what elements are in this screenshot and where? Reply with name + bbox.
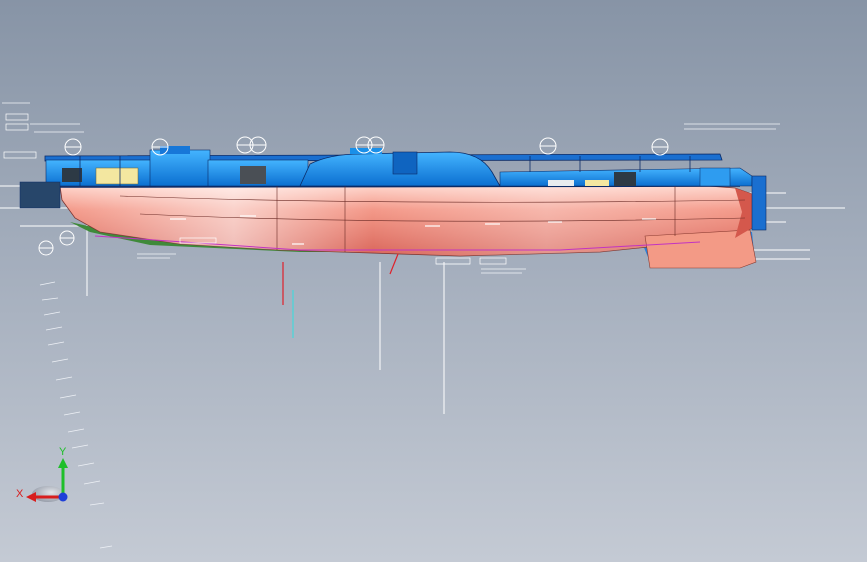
section-marker-8[interactable]	[59, 230, 75, 246]
bridge-window-block	[392, 151, 418, 175]
white-panel-aft	[548, 180, 574, 186]
triad-x-arrowhead	[26, 492, 36, 502]
dark-hatch-mid	[240, 166, 266, 184]
section-marker-7[interactable]	[38, 240, 54, 256]
ship-model-scene[interactable]: X Y	[0, 0, 867, 562]
bow-fin	[19, 181, 61, 209]
cad-graphics-viewport[interactable]: X Y	[0, 0, 867, 562]
triad-z-axis	[58, 492, 68, 502]
view-orientation-triad[interactable]: X Y	[16, 446, 68, 502]
yellow-panel-fore	[95, 167, 139, 185]
triad-y-arrowhead	[58, 458, 68, 468]
bow-stem-unit	[751, 175, 767, 231]
section-marker-3[interactable]	[236, 136, 267, 154]
yellow-panel-aft	[585, 180, 609, 186]
stern-equipment	[699, 167, 731, 187]
triad-origin-cone	[32, 486, 64, 502]
triad-y-label: Y	[59, 446, 67, 458]
guide-lines	[282, 253, 399, 338]
section-marker-5[interactable]	[539, 137, 557, 155]
section-marker-1[interactable]	[64, 138, 82, 156]
ship-hull[interactable]	[59, 183, 757, 269]
triad-x-label: X	[16, 488, 24, 500]
dark-hatch-fore	[62, 168, 82, 182]
callout-column	[39, 281, 113, 549]
hull-stern-block	[644, 229, 757, 269]
section-marker-6[interactable]	[651, 138, 669, 156]
dark-hatch-aft	[614, 172, 636, 186]
